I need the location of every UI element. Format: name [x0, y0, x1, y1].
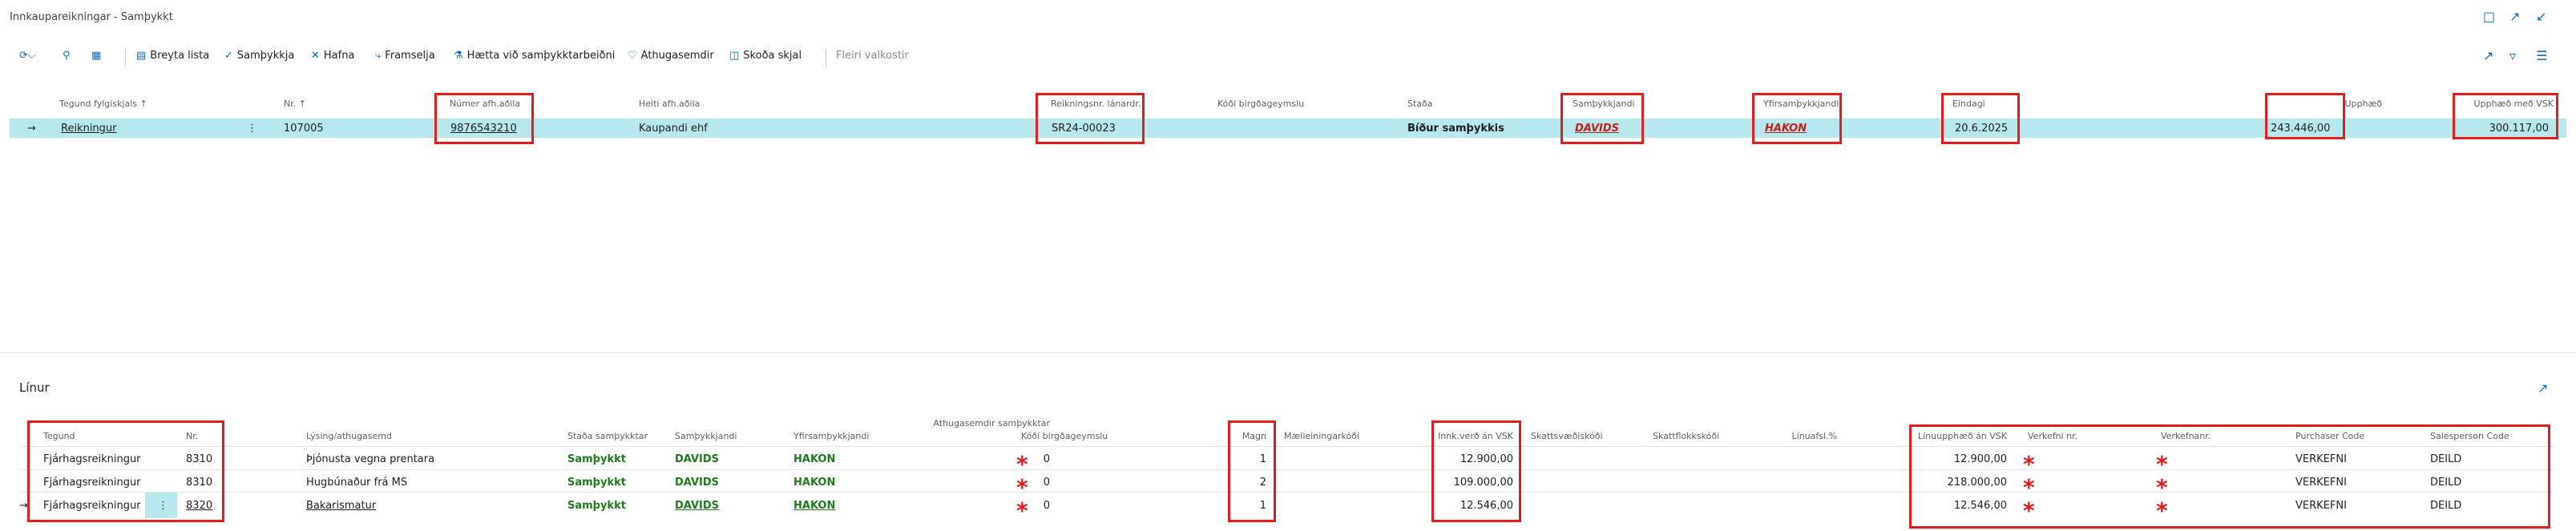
row-menu-icon[interactable]: ⋮: [247, 123, 257, 135]
new-dropdown-button[interactable]: ⟳⌵: [19, 50, 40, 62]
reject-label: Hafna: [323, 50, 355, 62]
comments-button[interactable]: ♡ Athugasemdir: [628, 50, 714, 62]
doc-type-link[interactable]: Reikningur: [61, 123, 117, 135]
forward-label: Framselja: [385, 50, 435, 62]
share-icon[interactable]: ↗: [2483, 48, 2493, 63]
new-icon: ⟳⌵: [19, 50, 36, 62]
highlight-box: [27, 420, 224, 522]
highlight-box: [434, 93, 534, 144]
comments-label: Athugasemdir: [640, 50, 714, 62]
highlight-box: [1752, 93, 1842, 144]
edit-list-label: Breyta lista: [150, 50, 210, 62]
highlight-box: [1561, 93, 1644, 144]
highlight-box: [1941, 93, 2020, 144]
lcol-approval-status[interactable]: Staða samþykktar: [567, 431, 648, 441]
list-view-icon[interactable]: ☰: [2536, 48, 2547, 63]
lcol-unit-code[interactable]: Mælieiningarkóði: [1284, 431, 1359, 441]
highlight-box: [1036, 93, 1145, 144]
lcol-line-discount[interactable]: Línuafsl.%: [1771, 431, 1837, 441]
doc-no: 107005: [284, 123, 324, 135]
edit-list-icon: ▤: [136, 50, 147, 62]
vendor-name: Kaupandi ehf: [639, 123, 708, 135]
window-title: Innkaupareikningar - Samþykkt: [10, 11, 173, 23]
reject-button[interactable]: ✕ Hafna: [311, 50, 354, 62]
highlight-box: [1431, 420, 1521, 522]
search-icon: ⚲: [63, 50, 71, 62]
required-marker-icon: *: [1016, 497, 1028, 524]
status: Bíður samþykkis: [1407, 123, 1504, 135]
lcol-vat-code[interactable]: Skattsvæðiskóði: [1531, 431, 1603, 441]
line-approver: DAVIDS: [675, 477, 720, 489]
view-document-label: Skoða skjal: [743, 50, 802, 62]
lines-section-title[interactable]: Línur: [19, 380, 50, 395]
selected-header-row[interactable]: [10, 119, 2566, 138]
line-senior-approver[interactable]: HAKON: [793, 500, 835, 512]
highlight-box: [1909, 424, 2550, 529]
line-approver: DAVIDS: [675, 453, 720, 465]
approve-button[interactable]: ✓ Samþykkja: [224, 50, 294, 62]
cancel-workflow-button[interactable]: ⚗ Hætta við samþykktarbeiðni: [454, 50, 615, 62]
bookmark-icon[interactable]: □: [2483, 9, 2495, 24]
view-document-button[interactable]: ◫ Skoða skjal: [729, 50, 801, 62]
lcol-tax-group[interactable]: Skattflokkskóði: [1653, 431, 1719, 441]
lcol-description[interactable]: Lýsing/athugasemd: [306, 431, 392, 441]
highlight-box: [2453, 93, 2558, 139]
filter-icon[interactable]: ▿: [2509, 48, 2516, 63]
edit-list-button[interactable]: ▤ Breyta lista: [136, 50, 209, 62]
col-status[interactable]: Staða: [1407, 99, 1433, 109]
line-comments: 0: [1043, 500, 1050, 512]
lcol-approver[interactable]: Samþykkjandi: [675, 431, 737, 441]
comment-icon: ♡: [628, 50, 637, 62]
col-vendor-name[interactable]: Heiti afh.aðila: [639, 99, 700, 109]
line-comments: 0: [1043, 453, 1050, 465]
col-doc-type[interactable]: Tegund fylgiskjals ↑: [59, 99, 147, 109]
line-approval-status: Samþykkt: [567, 477, 626, 489]
forward-button[interactable]: ⤷ Framselja: [375, 50, 435, 62]
col-storage-code[interactable]: Kóði birgðageymslu: [1217, 99, 1304, 109]
collapse-icon[interactable]: ↙: [2536, 9, 2546, 24]
row-arrow-icon: →: [27, 123, 36, 135]
line-approver[interactable]: DAVIDS: [675, 500, 719, 512]
approve-label: Samþykkja: [236, 50, 295, 62]
share-lines-icon[interactable]: ↗: [2538, 380, 2548, 396]
line-senior-approver: HAKON: [793, 477, 836, 489]
check-icon: ✓: [224, 50, 233, 62]
lcol-storage-code[interactable]: Kóði birgðageymslu: [1021, 431, 1108, 441]
required-marker-icon: *: [1016, 451, 1028, 477]
line-description: Hugbúnaður frá MS: [306, 477, 408, 489]
line-comments: 0: [1043, 477, 1050, 489]
line-description: Þjónusta vegna prentara: [306, 453, 435, 465]
more-options-button[interactable]: Fleiri valkostir: [836, 50, 909, 62]
highlight-box: [2265, 93, 2345, 139]
save-view-button[interactable]: ▦: [91, 50, 105, 62]
cancel-workflow-icon: ⚗: [454, 50, 463, 62]
lcol-senior-approver[interactable]: Yfirsamþykkjandi: [793, 431, 869, 441]
cancel-workflow-label: Hætta við samþykktarbeiðni: [466, 50, 616, 62]
line-description[interactable]: Bakarismatur: [306, 500, 376, 512]
close-icon: ✕: [311, 50, 320, 62]
line-senior-approver: HAKON: [793, 453, 836, 465]
divider: [125, 50, 126, 66]
document-icon: ◫: [729, 50, 740, 62]
line-approval-status: Samþykkt: [567, 453, 626, 465]
section-divider: [0, 352, 2576, 353]
lcol-comments[interactable]: Athugasemdir samþykktar: [930, 417, 1050, 429]
open-new-window-icon[interactable]: ↗: [2509, 9, 2520, 24]
required-marker-icon: *: [1016, 474, 1028, 501]
grid-icon: ▦: [91, 50, 102, 62]
forward-icon: ⤷: [375, 50, 382, 62]
highlight-box: [1228, 420, 1276, 522]
col-no[interactable]: Nr. ↑: [284, 99, 306, 109]
command-bar: ⟳⌵ ⚲ ▦ ▤ Breyta lista ✓ Samþykkja ✕ Hafna ⤷…: [0, 46, 2576, 67]
search-button[interactable]: ⚲: [63, 50, 75, 62]
line-approval-status: Samþykkt: [567, 500, 626, 512]
